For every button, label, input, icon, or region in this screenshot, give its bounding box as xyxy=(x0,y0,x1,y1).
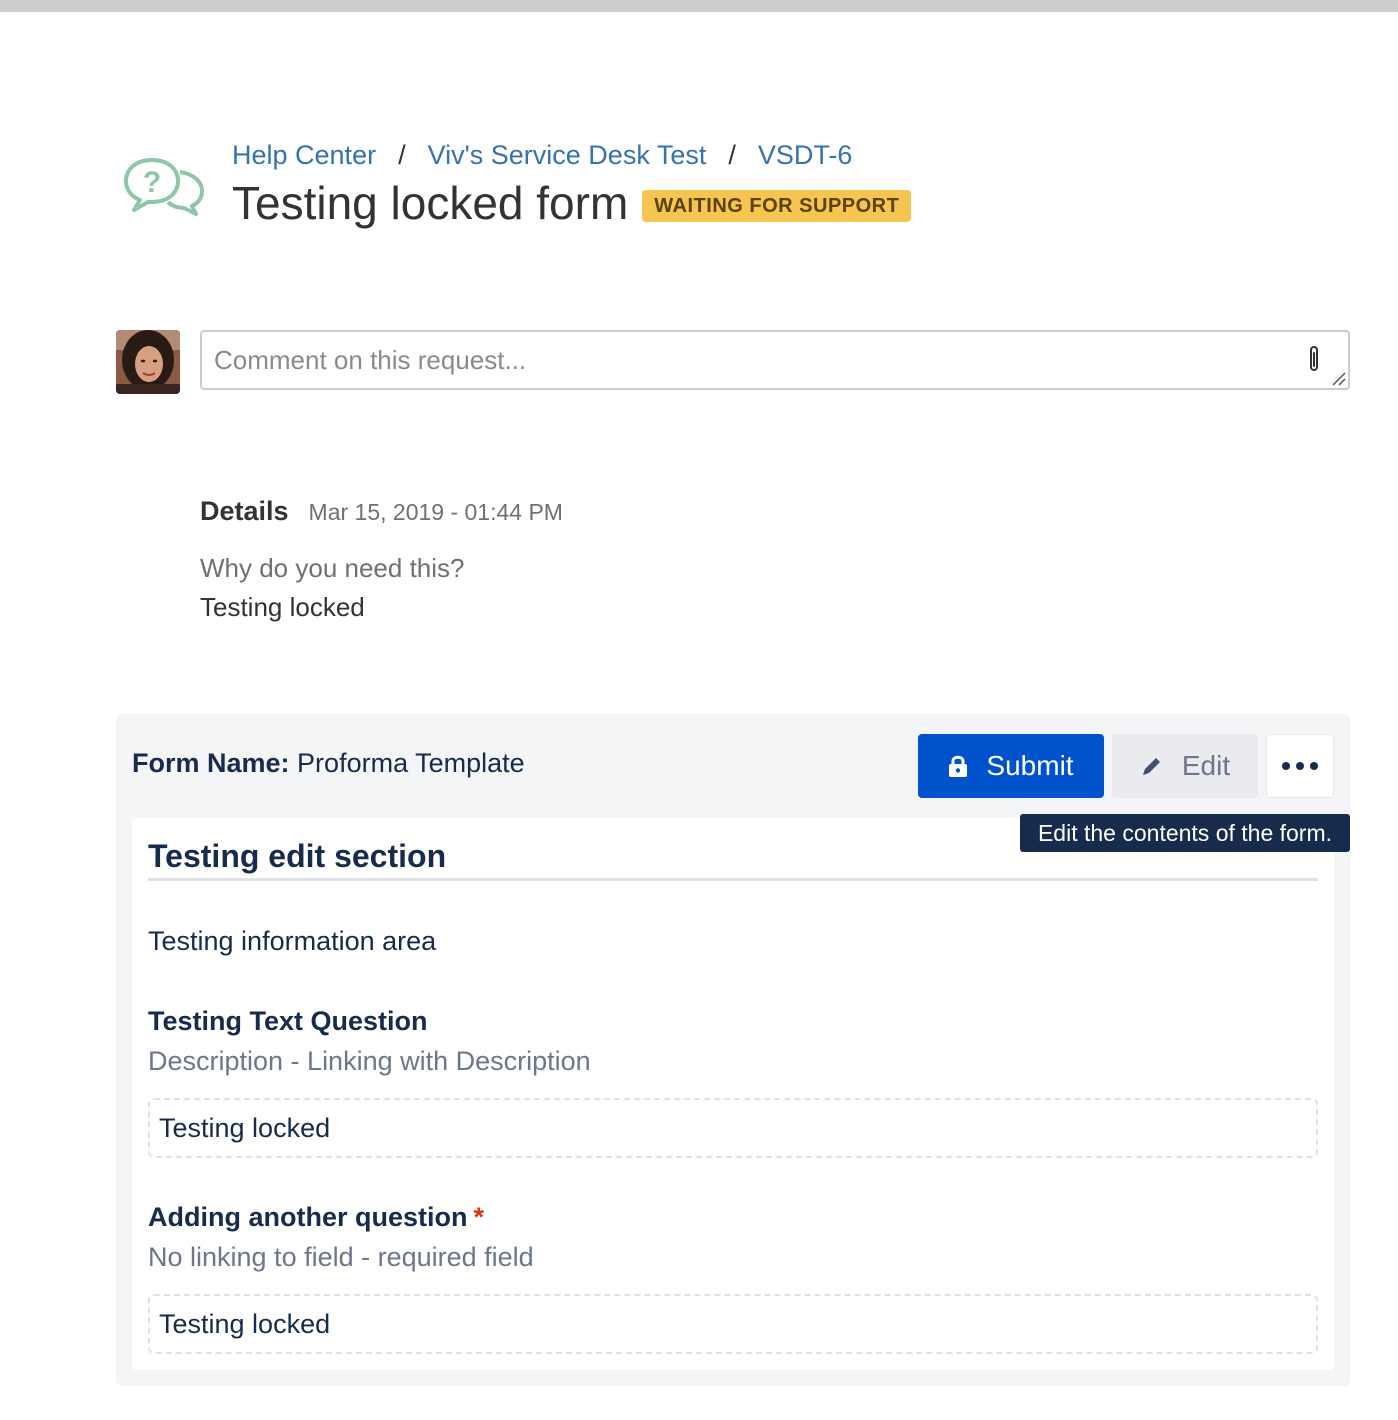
section-title: Testing edit section xyxy=(148,838,447,874)
status-badge: WAITING FOR SUPPORT xyxy=(642,190,912,222)
comment-input[interactable] xyxy=(214,332,1294,388)
comment-field[interactable] xyxy=(200,330,1350,390)
question-answer-field: Testing locked xyxy=(148,1098,1318,1158)
question-answer-value: Testing locked xyxy=(159,1308,331,1339)
breadcrumb-separator: / xyxy=(398,140,406,170)
browser-top-bar xyxy=(0,0,1398,12)
form-name: Form Name: Proforma Template xyxy=(132,748,525,779)
request-header: ? Help Center / Viv's Service Desk Test … xyxy=(122,140,1322,240)
breadcrumb-help-center[interactable]: Help Center xyxy=(232,140,376,171)
submit-button[interactable]: Submit xyxy=(918,734,1104,798)
question-description: No linking to field - required field xyxy=(148,1242,534,1272)
svg-text:?: ? xyxy=(143,166,161,199)
question-label-text: Adding another question xyxy=(148,1202,468,1232)
details-question: Why do you need this? xyxy=(200,553,465,583)
breadcrumb: Help Center / Viv's Service Desk Test / … xyxy=(232,140,852,171)
section-divider xyxy=(148,878,1318,881)
form-name-label: Form Name: xyxy=(132,748,290,778)
lock-icon xyxy=(948,754,968,778)
title-row: Testing locked form WAITING FOR SUPPORT xyxy=(232,176,912,230)
form-name-value: Proforma Template xyxy=(297,748,525,778)
submit-button-label: Submit xyxy=(986,750,1074,781)
help-center-chat-icon: ? xyxy=(124,158,204,216)
more-dots-icon xyxy=(1282,762,1318,770)
edit-button-label: Edit xyxy=(1181,750,1231,781)
resize-handle-icon[interactable] xyxy=(1330,370,1346,386)
paperclip-icon[interactable] xyxy=(1302,344,1326,376)
breadcrumb-separator: / xyxy=(728,140,736,170)
question-answer-value: Testing locked xyxy=(159,1112,331,1143)
required-marker: * xyxy=(473,1202,484,1232)
form-body: Testing edit section Testing information… xyxy=(132,818,1334,1370)
question-label: Testing Text Question xyxy=(148,1006,428,1036)
details-header: Details Mar 15, 2019 - 01:44 PM xyxy=(200,496,563,527)
edit-tooltip: Edit the contents of the form. xyxy=(1020,814,1350,852)
pencil-icon xyxy=(1140,754,1164,778)
question-answer-field: Testing locked xyxy=(148,1294,1318,1354)
question-description: Description - Linking with Description xyxy=(148,1046,591,1076)
avatar-image xyxy=(116,330,180,394)
avatar xyxy=(116,330,180,394)
information-area: Testing information area xyxy=(148,926,437,956)
breadcrumb-service-desk[interactable]: Viv's Service Desk Test xyxy=(428,140,707,171)
details-timestamp: Mar 15, 2019 - 01:44 PM xyxy=(308,499,563,525)
details-section: Details Mar 15, 2019 - 01:44 PM Why do y… xyxy=(200,496,563,623)
more-actions-button[interactable] xyxy=(1266,734,1334,798)
breadcrumb-issue-key[interactable]: VSDT-6 xyxy=(758,140,853,171)
page-title: Testing locked form xyxy=(232,177,629,229)
edit-button[interactable]: Edit xyxy=(1112,734,1258,798)
details-label: Details xyxy=(200,496,289,526)
details-answer: Testing locked xyxy=(200,592,365,622)
question-label: Adding another question * xyxy=(148,1202,484,1233)
